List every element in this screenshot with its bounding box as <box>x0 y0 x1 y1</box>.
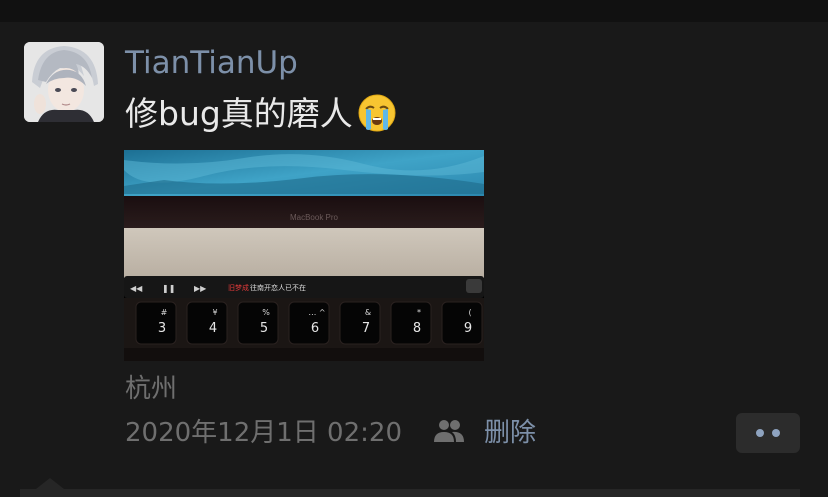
avatar-image <box>24 42 104 122</box>
keyboard-key <box>237 301 279 345</box>
touchbar-song: 旧梦成 <box>228 283 249 292</box>
delete-button[interactable]: 删除 <box>484 414 536 452</box>
post-photo[interactable]: MacBook Pro ◀◀ ❚❚ ▶▶ 旧梦成 往南开恋人已不在 #3 ¥4% 5… <box>124 150 484 361</box>
post-text-content: 修bug真的磨人 <box>125 94 353 133</box>
friends-icon[interactable] <box>433 418 465 444</box>
timestamp: 2020年12月1日 02:20 <box>125 418 402 448</box>
key-digit: 3 <box>158 321 166 336</box>
laptop-label: MacBook Pro <box>290 213 339 222</box>
laptop-keyboard-photo: MacBook Pro ◀◀ ❚❚ ▶▶ 旧梦成 往南开恋人已不在 #3 ¥4% 5… <box>124 150 484 361</box>
more-button[interactable] <box>736 413 800 453</box>
keyboard-key <box>390 301 432 345</box>
key-digit: 8 <box>413 321 421 336</box>
key-symbol: # <box>161 308 168 317</box>
keyboard-keys: #3 ¥4% 5 … ^ 6 & 7 * 8 (9 <box>135 301 483 345</box>
key-digit: 6 <box>311 321 319 336</box>
comment-caret <box>36 478 64 489</box>
crying-face-emoji <box>357 93 397 133</box>
key-symbol: ( <box>468 308 471 317</box>
location[interactable]: 杭州 <box>125 372 177 406</box>
keyboard-key <box>186 301 228 345</box>
svg-text:◀◀: ◀◀ <box>130 284 143 293</box>
svg-text:▶▶: ▶▶ <box>194 284 207 293</box>
touchbar-lyric: 往南开恋人已不在 <box>250 283 306 292</box>
key-digit: 9 <box>464 321 472 336</box>
key-digit: 7 <box>362 321 370 336</box>
more-dots-icon <box>772 429 780 437</box>
key-symbol: * <box>417 308 421 317</box>
key-symbol: … ^ <box>308 308 325 317</box>
key-digit: 5 <box>260 321 268 336</box>
avatar[interactable] <box>24 42 104 122</box>
keyboard-key <box>135 301 177 345</box>
top-bar <box>0 0 828 22</box>
keyboard-key <box>339 301 381 345</box>
username[interactable]: TianTianUp <box>125 42 298 84</box>
keyboard-key <box>441 301 483 345</box>
svg-text:❚❚: ❚❚ <box>162 284 175 293</box>
key-symbol: % <box>262 308 270 317</box>
post-text: 修bug真的磨人 <box>125 92 397 136</box>
comment-area <box>20 489 800 497</box>
key-symbol: ¥ <box>212 308 217 317</box>
key-symbol: & <box>365 308 371 317</box>
more-dots-icon <box>756 429 764 437</box>
key-digit: 4 <box>209 321 217 336</box>
